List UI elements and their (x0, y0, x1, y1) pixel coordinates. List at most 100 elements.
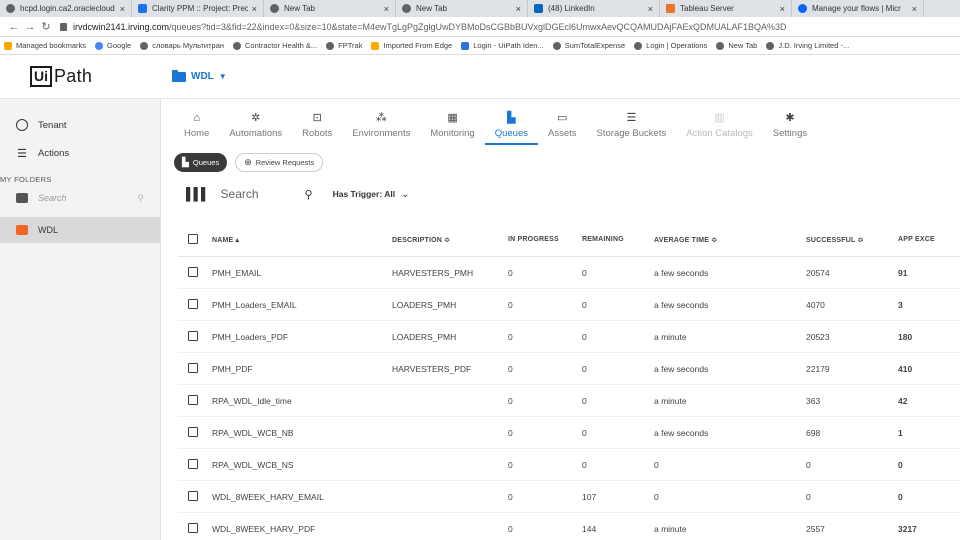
row-checkbox[interactable] (178, 426, 202, 439)
folder-picker-label: WDL (191, 71, 214, 82)
row-checkbox[interactable] (178, 298, 202, 311)
uipath-logo[interactable]: Ui Path (0, 66, 162, 87)
table-row[interactable]: RPA_WDL_WCB_NB 0 0 a few seconds 698 1 (178, 417, 960, 449)
tab-monitoring[interactable]: ▦ Monitoring (420, 99, 484, 145)
queues-icon: ▙ (507, 112, 516, 124)
tab-environments[interactable]: ⁂ Environments (342, 99, 420, 145)
search-input[interactable] (220, 187, 301, 201)
close-icon[interactable]: × (516, 4, 521, 14)
select-all-checkbox[interactable] (178, 233, 202, 246)
search-icon[interactable]: ⚲ (305, 188, 313, 201)
close-icon[interactable]: × (120, 4, 125, 14)
url-path: /queues?tid=3&fid=22&index=0&size=10&sta… (169, 21, 787, 32)
column-header-successful[interactable]: SUCCESSFUL ≎ (806, 236, 898, 244)
trigger-filter[interactable]: Has Trigger: All ⌄ (333, 189, 410, 200)
close-icon[interactable]: × (912, 4, 917, 14)
bookmark-item[interactable]: Google (95, 41, 131, 50)
table-row[interactable]: RPA_WDL_Idle_time 0 0 a minute 363 42 (178, 385, 960, 417)
row-checkbox[interactable] (178, 522, 202, 535)
tab-label: Robots (302, 128, 333, 139)
tab-settings[interactable]: ✱ Settings (763, 99, 817, 145)
bookmark-label: Login | Operations (646, 41, 708, 50)
close-icon[interactable]: × (384, 4, 389, 14)
browser-tab[interactable]: New Tab × (264, 0, 396, 17)
sidebar-item-tenant[interactable]: Tenant (0, 111, 160, 139)
tab-automations[interactable]: ✲ Automations (219, 99, 292, 145)
cell-in-progress: 0 (508, 331, 513, 342)
table-row[interactable]: WDL_8WEEK_HARV_EMAIL 0 107 0 0 0 (178, 481, 960, 513)
cell-app-exceptions: 91 (898, 267, 908, 278)
queues-pill[interactable]: ▙ Queues (174, 152, 228, 172)
row-checkbox[interactable] (178, 458, 202, 471)
forward-arrow-icon[interactable]: → (22, 21, 38, 33)
tab-storage-buckets[interactable]: ☰ Storage Buckets (587, 99, 677, 145)
browser-tab-title: Tableau Server (680, 4, 734, 13)
bookmark-item[interactable]: словарь Мультитран (140, 41, 224, 50)
table-row[interactable]: RPA_WDL_WCB_NS 0 0 0 0 0 (178, 449, 960, 481)
back-arrow-icon[interactable]: ← (6, 21, 22, 33)
tab-assets[interactable]: ▭ Assets (538, 99, 587, 145)
browser-tab[interactable]: Manage your flows | Micr × (792, 0, 924, 17)
browser-tab[interactable]: Tableau Server × (660, 0, 792, 17)
folder-search-icon (16, 193, 28, 203)
close-icon[interactable]: × (252, 4, 257, 14)
row-checkbox[interactable] (178, 490, 202, 503)
cell-app-exceptions: 0 (898, 491, 903, 502)
bookmark-item[interactable]: J.D. Irving Limited -... (766, 41, 849, 50)
tab-robots[interactable]: ⊡ Robots (292, 99, 342, 145)
table-row[interactable]: WDL_8WEEK_HARV_PDF 0 144 a minute 2557 3217 (178, 513, 960, 540)
search-icon[interactable]: ⚲ (137, 193, 144, 204)
table-row[interactable]: PMH_EMAIL HARVESTERS_PMH 0 0 a few seconds 20… (178, 257, 960, 289)
table-row[interactable]: PMH_Loaders_EMAIL LOADERS_PMH 0 0 a few seco… (178, 289, 960, 321)
column-header-average-time[interactable]: AVERAGE TIME ≎ (654, 236, 806, 244)
cell-in-progress: 0 (508, 491, 513, 502)
browser-tab[interactable]: Clarity PPM :: Project: Prec × (132, 0, 264, 17)
reload-icon[interactable]: ↻ (38, 20, 54, 33)
row-checkbox[interactable] (178, 330, 202, 343)
table-row[interactable]: PMH_PDF HARVESTERS_PDF 0 0 a few seconds 2217… (178, 353, 960, 385)
column-header-description[interactable]: DESCRIPTION ≎ (392, 236, 508, 244)
close-icon[interactable]: × (648, 4, 653, 14)
cell-successful: 698 (806, 427, 821, 438)
sidebar-search[interactable]: Search ⚲ (0, 187, 160, 209)
address-bar: ← → ↻ irvdcwin2141.irving.com/queues?tid… (0, 17, 960, 37)
column-header-app-exceptions[interactable]: APP EXCE (898, 236, 960, 243)
bookmark-label: New Tab (728, 41, 758, 50)
browser-tab-title: Clarity PPM :: Project: Prec (152, 4, 248, 13)
sidebar-folder-wdl[interactable]: WDL (0, 217, 160, 243)
uipath-icon (461, 41, 470, 50)
browser-tab[interactable]: (48) LinkedIn × (528, 0, 660, 17)
tab-home[interactable]: ⌂ Home (174, 99, 219, 145)
sidebar-section-my-folders: MY FOLDERS (0, 175, 52, 184)
row-checkbox[interactable] (178, 266, 202, 279)
bookmark-item[interactable]: New Tab (716, 41, 757, 50)
bookmark-item[interactable]: Managed bookmarks (4, 41, 86, 50)
cell-remaining: 0 (582, 427, 587, 438)
browser-tab[interactable]: New Tab × (396, 0, 528, 17)
tab-queues[interactable]: ▙ Queues (484, 99, 538, 145)
review-requests-pill[interactable]: ⊕ Review Requests (235, 152, 324, 172)
cell-description: HARVESTERS_PMH (392, 267, 474, 278)
browser-tab[interactable]: hcpd.login.ca2.oraclecloud × (0, 0, 132, 17)
cell-app-exceptions: 42 (898, 395, 908, 406)
cell-remaining: 0 (582, 267, 587, 278)
cell-average-time: a minute (654, 331, 687, 342)
bookmark-item[interactable]: Login - UiPath Iden... (461, 41, 544, 50)
bookmark-item[interactable]: Imported From Edge (371, 41, 452, 50)
folder-picker[interactable]: WDL ▼ (172, 69, 227, 82)
logo-text: Path (54, 66, 93, 86)
table-row[interactable]: PMH_Loaders_PDF LOADERS_PMH 0 0 a minute 2052… (178, 321, 960, 353)
close-icon[interactable]: × (780, 4, 785, 14)
row-checkbox[interactable] (178, 362, 202, 375)
sidebar-item-actions[interactable]: ☰ Actions (0, 139, 160, 167)
cell-name: PMH_Loaders_PDF (212, 331, 289, 342)
url-field[interactable]: irvdcwin2141.irving.com/queues?tid=3&fid… (60, 22, 787, 32)
checkbox-icon (188, 522, 198, 533)
columns-icon[interactable]: ▌▌▌ (186, 187, 209, 201)
column-header-name[interactable]: NAME ▴ (202, 236, 392, 244)
bookmark-item[interactable]: FPTrak (326, 41, 362, 50)
bookmark-item[interactable]: Login | Operations (634, 41, 707, 50)
row-checkbox[interactable] (178, 394, 202, 407)
bookmark-item[interactable]: SumTotalExpense (552, 41, 625, 50)
bookmark-item[interactable]: Contractor Health &... (233, 41, 317, 50)
